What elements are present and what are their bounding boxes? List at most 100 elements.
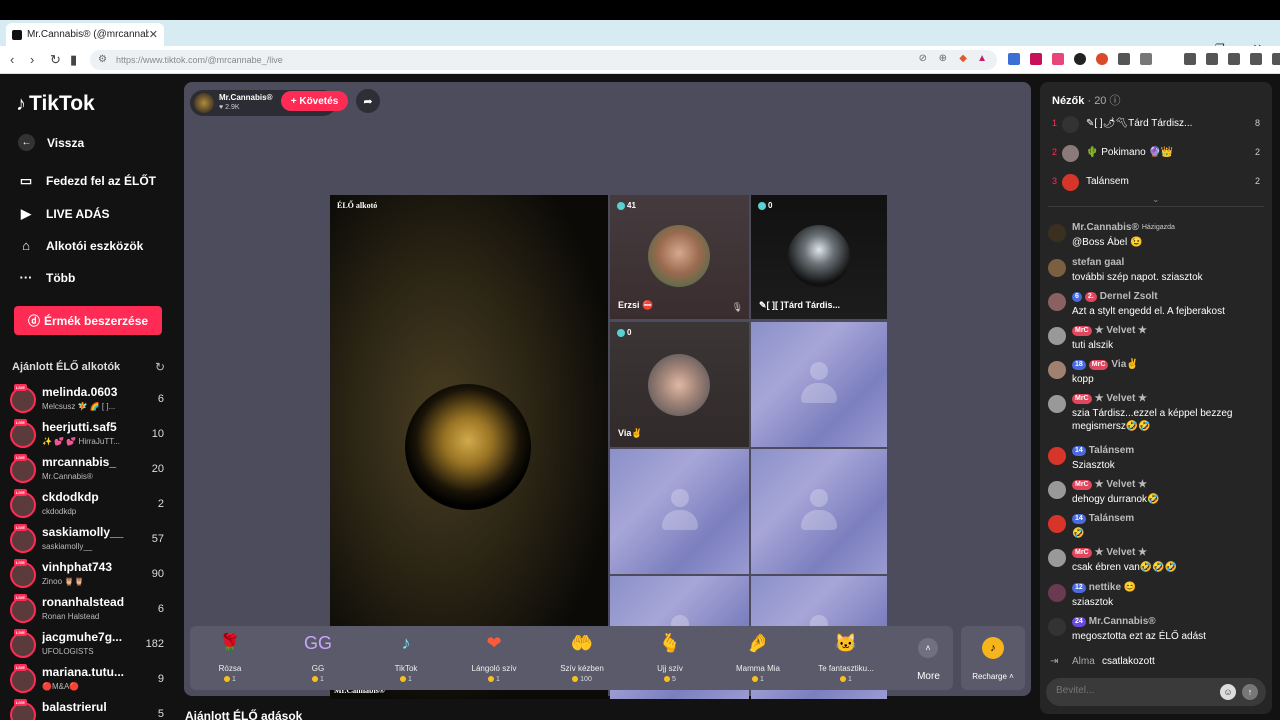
vpn-extension-icon[interactable] — [1074, 53, 1086, 65]
more-gifts-button[interactable]: ˄ More — [906, 626, 951, 690]
brave-shield-icon[interactable]: ◆ — [959, 53, 967, 64]
emoji-icon[interactable]: ☺ — [1220, 684, 1236, 700]
guest-tile[interactable]: 41 Erzsi ⛔ 🎙 — [610, 195, 749, 319]
chat-username[interactable]: ★ Velvet ★ — [1095, 325, 1147, 336]
gift-item[interactable]: 🤌 Mamma Mia 1 — [718, 626, 798, 690]
url-field[interactable]: ⚙ https://www.tiktok.com/@mrcannabe_/liv… — [90, 50, 997, 70]
gift-item[interactable]: 🤲 Szív kézben 100 — [542, 626, 622, 690]
refresh-icon[interactable]: ↻ — [155, 360, 165, 374]
chat-avatar[interactable] — [1048, 549, 1066, 567]
chat-input[interactable] — [1056, 685, 1206, 696]
chat-avatar[interactable] — [1048, 327, 1066, 345]
nav-creator-tools[interactable]: ⌂ Alkotói eszközök — [0, 238, 180, 253]
chat-avatar[interactable] — [1048, 361, 1066, 379]
creator-item[interactable]: LIVE balastrierul 5 — [8, 699, 168, 720]
nav-go-live[interactable]: ▶ LIVE ADÁS — [0, 206, 180, 222]
gift-item[interactable]: 🐱 Te fantasztiku... 1 — [806, 626, 886, 690]
wallet-icon[interactable] — [1228, 53, 1240, 65]
share-icon[interactable]: ➦ — [356, 89, 380, 113]
recharge-label: Recharge ˄ — [972, 672, 1014, 681]
chat-username[interactable]: Talánsem — [1089, 513, 1134, 524]
rewards-icon[interactable]: ▲ — [977, 53, 987, 64]
empty-seat[interactable] — [610, 449, 749, 574]
nav-back[interactable]: ← Vissza — [0, 134, 180, 151]
translate-extension-icon[interactable] — [1008, 53, 1020, 65]
chat-avatar[interactable] — [1048, 293, 1066, 311]
creator-item[interactable]: LIVE saskiamolly__ saskiamolly__ 57 — [8, 524, 168, 554]
coin-icon — [488, 676, 495, 683]
chat-meta: MrC ★ Velvet ★ — [1072, 479, 1147, 490]
color-extension-icon[interactable] — [1096, 53, 1108, 65]
guest-tile[interactable]: 0 Via✌ — [610, 322, 749, 447]
chat-avatar[interactable] — [1048, 584, 1066, 602]
top-viewer-row[interactable]: 3 Talánsem 2 — [1040, 172, 1272, 194]
gift-item[interactable]: 🌹 Rózsa 1 — [190, 626, 270, 690]
tiktok-logo[interactable]: ♪ TikTok — [16, 92, 95, 116]
empty-seat[interactable] — [751, 449, 887, 574]
guest-tile[interactable]: 0 ✎[ ][ ]Tárd Tárdis... — [751, 195, 887, 319]
sidebar-icon[interactable] — [1206, 53, 1218, 65]
host-name: Mr.Cannabis® — [219, 93, 273, 102]
chat-username[interactable]: ★ Velvet ★ — [1095, 479, 1147, 490]
chat-username[interactable]: ★ Velvet ★ — [1095, 393, 1147, 404]
info-icon[interactable]: ⓘ — [1110, 95, 1121, 107]
bookmark-icon[interactable]: ▮ — [70, 52, 77, 68]
zoom-icon[interactable]: ⊕ — [939, 53, 947, 64]
creator-item[interactable]: LIVE vinhphat743 Zinoo 🦉🦉 90 — [8, 559, 168, 589]
empty-seat[interactable] — [751, 322, 887, 447]
top-viewer-row[interactable]: 1 ✎[ ]🌶〽Tárd Tárdisz... 8 — [1040, 114, 1272, 136]
chat-avatar[interactable] — [1048, 618, 1066, 636]
back-icon[interactable]: ‹ — [10, 52, 14, 67]
forward-icon[interactable]: › — [30, 52, 34, 67]
gift-item[interactable]: ♪ TikTok 1 — [366, 626, 446, 690]
ai-icon[interactable] — [1272, 53, 1280, 65]
chat-username[interactable]: stefan gaal — [1072, 257, 1124, 268]
k-extension-icon[interactable] — [1030, 53, 1042, 65]
hls-extension-icon[interactable] — [1052, 53, 1064, 65]
nav-more[interactable]: ··· Több — [0, 270, 180, 285]
creator-item[interactable]: LIVE mariana.tutu... 🔴M&A🔴 9 — [8, 664, 168, 694]
chat-avatar[interactable] — [1048, 515, 1066, 533]
chat-text: dehogy durranok🤣 — [1072, 494, 1160, 505]
chat-username[interactable]: ★ Velvet ★ — [1095, 547, 1147, 558]
screenshot-extension-icon[interactable] — [1140, 53, 1152, 65]
chat-avatar[interactable] — [1048, 259, 1066, 277]
chat-username[interactable]: Mr.Cannabis® — [1089, 616, 1156, 627]
creator-item[interactable]: LIVE ronanhalstead Ronan Halstead 6 — [8, 594, 168, 624]
follow-button[interactable]: + Követés — [281, 91, 348, 111]
chat-avatar[interactable] — [1048, 481, 1066, 499]
chat-avatar[interactable] — [1048, 224, 1066, 242]
chat-avatar[interactable] — [1048, 447, 1066, 465]
chat-username[interactable]: nettike 😊 — [1089, 582, 1136, 593]
creator-item[interactable]: LIVE melinda.0603 Melcsusz 🧚 🌈 [ ]... 6 — [8, 384, 168, 414]
gift-item[interactable]: 🫰 Ujj szív 5 — [630, 626, 710, 690]
site-info-icon[interactable]: ⚙ — [98, 54, 107, 65]
creator-viewer-count: 6 — [157, 393, 164, 405]
no-camera-icon[interactable]: ⊘ — [919, 53, 927, 64]
creator-item[interactable]: LIVE mrcannabis_ Mr.Cannabis® 20 — [8, 454, 168, 484]
creator-item[interactable]: LIVE ckdodkdp ckdodkdp 2 — [8, 489, 168, 519]
nav-explore-live[interactable]: ▭ Fedezd fel az ÉLŐT — [0, 173, 180, 189]
host-video[interactable]: ÉLŐ alkotó Mr.Cannabis® — [330, 195, 608, 699]
puzzle-extension-icon[interactable] — [1118, 53, 1130, 65]
download-icon[interactable] — [1250, 53, 1262, 65]
chat-username[interactable]: Mr.Cannabis® — [1072, 222, 1139, 233]
reload-icon[interactable]: ↻ — [50, 52, 61, 68]
expand-viewers-icon[interactable]: ⌄ — [1152, 194, 1160, 205]
recharge-button[interactable]: ♪ Recharge ˄ — [961, 626, 1025, 690]
gift-item[interactable]: ❤ Lángoló szív 1 — [454, 626, 534, 690]
music-icon[interactable] — [1184, 53, 1196, 65]
chat-username[interactable]: Dernel Zsolt — [1100, 291, 1158, 302]
creator-item[interactable]: LIVE heerjutti.saf5 ✨ 💕 💕 HirraJuTT... 10 — [8, 419, 168, 449]
chat-avatar[interactable] — [1048, 395, 1066, 413]
top-viewer-row[interactable]: 2 🌵 Pokimano 🔮👑 2 — [1040, 143, 1272, 165]
get-coins-button[interactable]: ⓓ Érmék beszerzése — [14, 306, 162, 335]
gift-item[interactable]: GG GG 1 — [278, 626, 358, 690]
browser-tab[interactable]: Mr.Cannabis® (@mrcannabi... ✕ — [6, 23, 164, 46]
tiktok-live-page: ♪ TikTok ← Vissza ▭ Fedezd fel az ÉLŐT ▶ LIV… — [0, 74, 1280, 720]
close-tab-icon[interactable]: ✕ — [149, 28, 158, 41]
chat-username[interactable]: Talánsem — [1089, 445, 1134, 456]
chat-username[interactable]: Via✌ — [1111, 359, 1138, 370]
send-icon[interactable]: ↑ — [1242, 684, 1258, 700]
creator-item[interactable]: LIVE jacgmuhe7g... UFOLOGISTS 182 — [8, 629, 168, 659]
